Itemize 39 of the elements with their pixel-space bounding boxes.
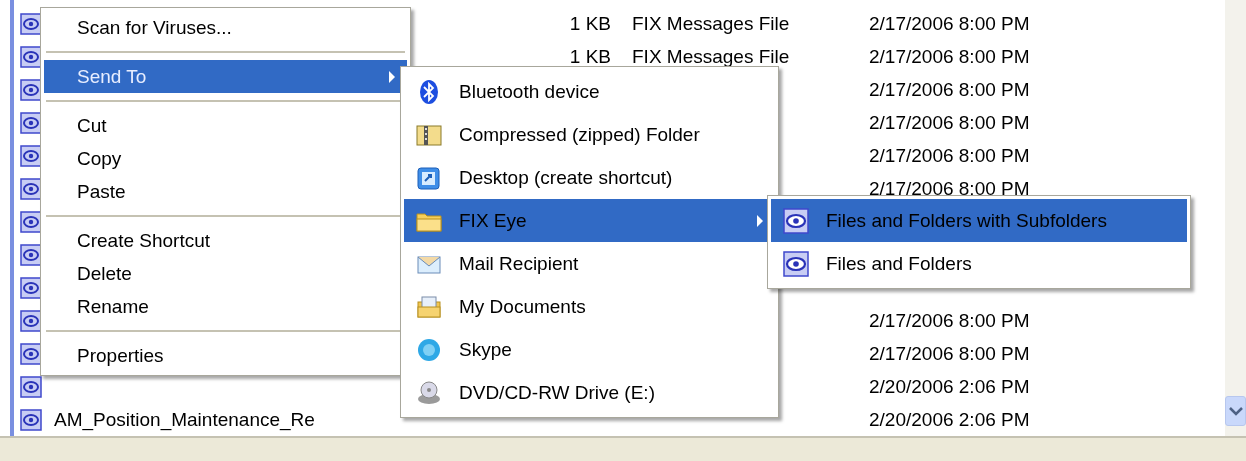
file-icon — [20, 210, 42, 233]
file-icon — [20, 276, 42, 299]
modified-date: 2/17/2006 8:00 PM — [869, 45, 1030, 67]
file-icon — [20, 45, 42, 68]
file-icon — [20, 408, 42, 431]
file-icon — [20, 111, 42, 134]
file-icon — [20, 12, 42, 35]
modified-date: 2/17/2006 8:00 PM — [869, 309, 1030, 331]
cloud-icon — [416, 336, 442, 363]
file-icon — [20, 243, 42, 266]
file-type: FIX Messages File — [632, 12, 790, 34]
scroll-down-button[interactable] — [1225, 396, 1246, 426]
file-type: FIX Messages File — [632, 45, 790, 67]
scrollbar[interactable] — [1225, 0, 1246, 436]
modified-date: 2/17/2006 8:00 PM — [869, 177, 1030, 199]
modified-date: 2/17/2006 8:00 PM — [869, 144, 1030, 166]
menu-item[interactable]: Send To — [44, 60, 407, 93]
file-icon — [20, 177, 42, 200]
file-icon — [20, 78, 42, 101]
menu-item[interactable]: Files and Folders with Subfolders — [771, 199, 1187, 242]
modified-date: 2/17/2006 8:00 PM — [869, 111, 1030, 133]
file-icon — [20, 375, 42, 398]
file-size: 1 KB — [569, 45, 611, 67]
modified-date: 2/17/2006 8:00 PM — [869, 12, 1030, 34]
modified-date: 2/20/2006 2:06 PM — [869, 408, 1030, 430]
file-icon — [20, 342, 42, 365]
desktop-shortcut-icon — [416, 164, 442, 191]
modified-date: 2/17/2006 8:00 PM — [869, 342, 1030, 364]
disc-drive-icon — [416, 379, 442, 406]
file-icon — [20, 144, 42, 167]
eye-icon — [783, 250, 809, 277]
file-name: AM_Position_Maintenance_Re — [54, 408, 315, 430]
documents-icon — [416, 293, 442, 320]
modified-date: 2/20/2006 2:06 PM — [869, 375, 1030, 397]
modified-date: 2/17/2006 8:00 PM — [869, 78, 1030, 100]
chevron-down-icon — [1228, 406, 1243, 416]
file-icon — [20, 309, 42, 332]
file-size: 1 KB — [569, 12, 611, 34]
eye-icon — [783, 207, 809, 234]
